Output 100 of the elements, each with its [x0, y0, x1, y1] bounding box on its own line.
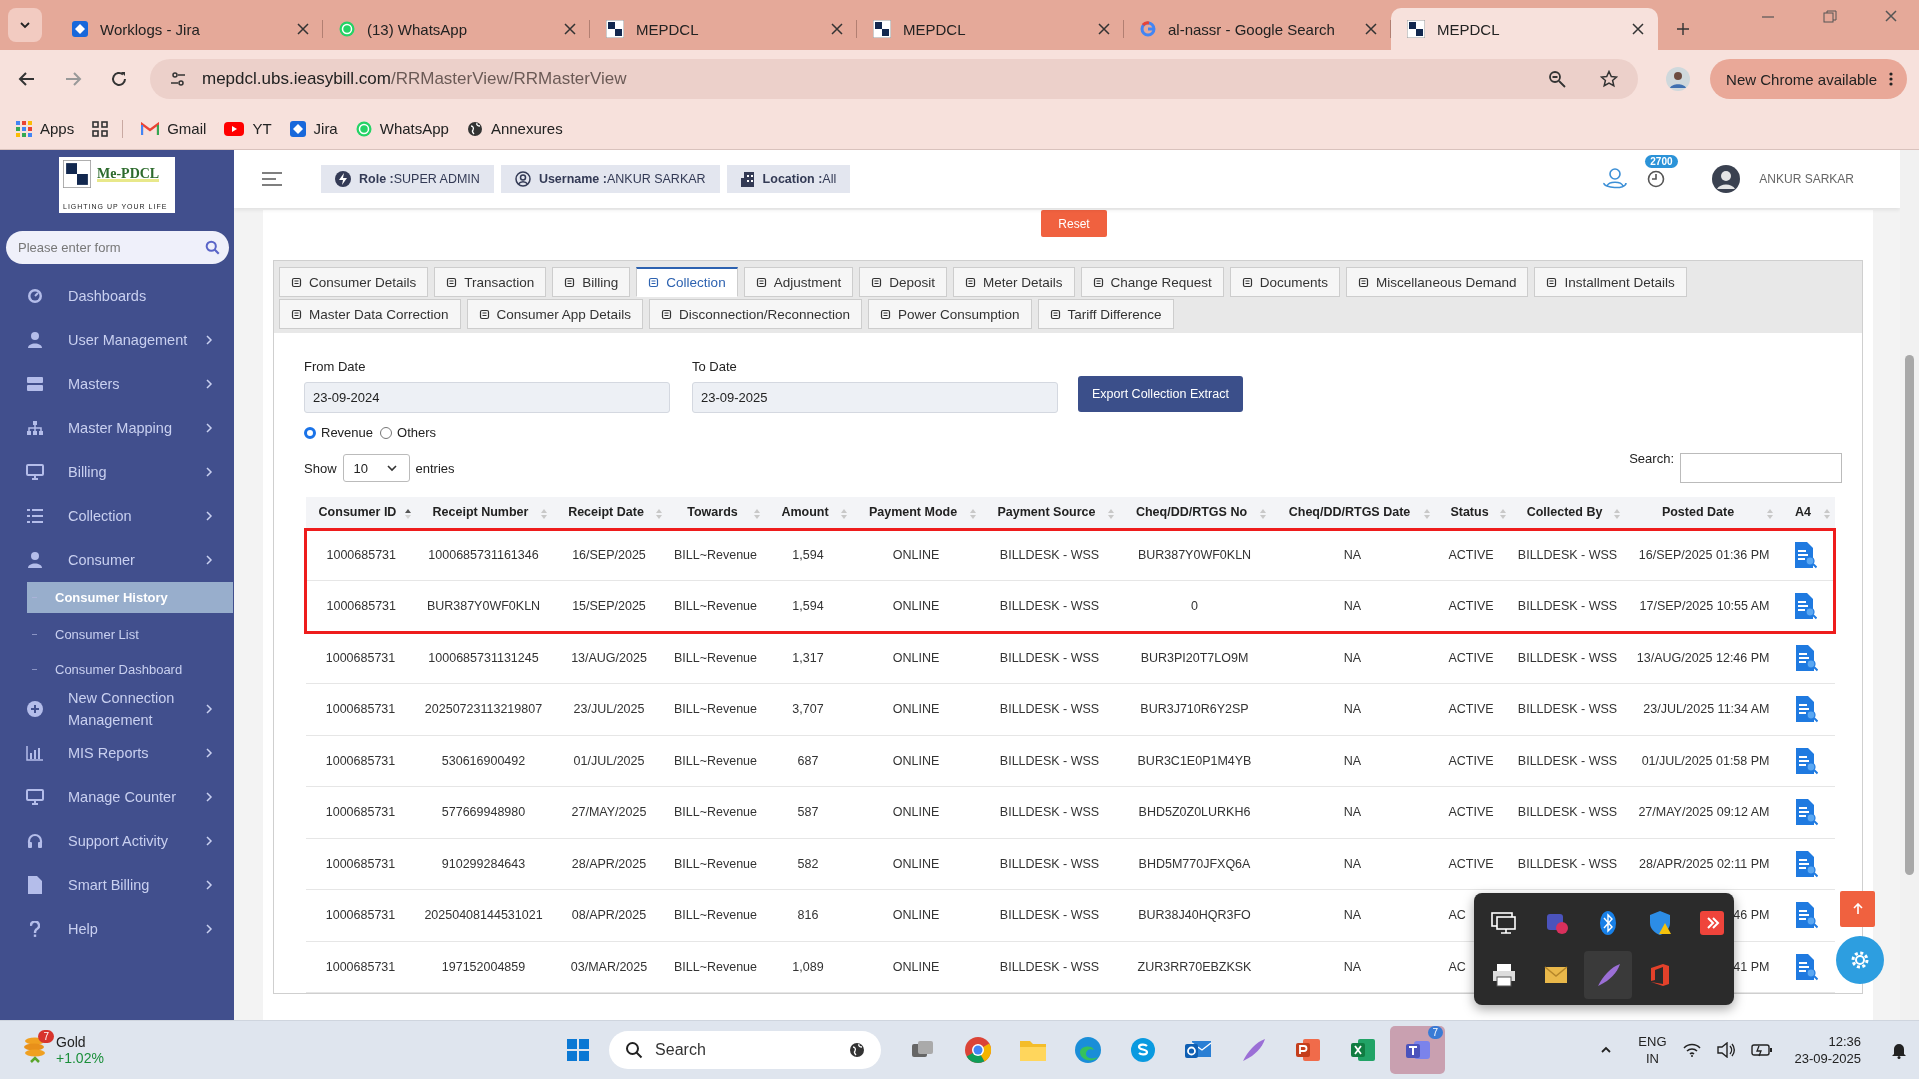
sidebar-item[interactable]: Masters: [0, 362, 234, 406]
export-button[interactable]: Export Collection Extract: [1078, 376, 1243, 412]
radio-button[interactable]: [380, 426, 393, 439]
bookmark-link[interactable]: Jira: [289, 120, 338, 137]
sidebar-subitem[interactable]: Consumer List: [27, 617, 233, 652]
browser-tab[interactable]: MEPDCL: [857, 8, 1124, 50]
zoom-icon[interactable]: [1548, 70, 1567, 88]
browser-tab[interactable]: Worklogs - Jira: [56, 8, 323, 50]
sidebar-item[interactable]: Smart Billing: [0, 863, 234, 907]
column-header[interactable]: Towards: [666, 497, 765, 529]
tab[interactable]: Deposit: [859, 267, 947, 297]
document-search-icon[interactable]: [1794, 746, 1818, 775]
document-search-icon[interactable]: [1794, 849, 1818, 878]
site-settings-icon[interactable]: [170, 71, 186, 87]
bookmark-star-icon[interactable]: [1600, 70, 1619, 88]
bookmark-link[interactable]: Annexures: [466, 120, 563, 137]
edge-icon[interactable]: [1073, 1036, 1102, 1064]
close-tab-icon[interactable]: [831, 23, 843, 35]
sidebar-item[interactable]: Manage Counter: [0, 775, 234, 819]
tab[interactable]: Collection: [636, 267, 738, 297]
tab[interactable]: Change Request: [1080, 267, 1224, 297]
tab[interactable]: Documents: [1229, 267, 1341, 297]
profile-avatar-icon[interactable]: [1666, 67, 1691, 91]
sidebar-subitem[interactable]: Consumer Dashboard: [27, 652, 233, 687]
restore-icon[interactable]: [1823, 10, 1837, 24]
back-icon[interactable]: [18, 70, 36, 88]
chrome-icon[interactable]: [963, 1036, 992, 1064]
remote-desktop-icon[interactable]: [1700, 911, 1724, 935]
column-header[interactable]: Collected By: [1510, 497, 1625, 529]
close-tab-icon[interactable]: [297, 23, 309, 35]
wifi-icon[interactable]: [1682, 1043, 1701, 1057]
browser-tab[interactable]: MEPDCL: [590, 8, 857, 50]
column-header[interactable]: Payment Mode: [851, 497, 981, 529]
sidebar-item[interactable]: Help: [0, 907, 234, 951]
document-search-icon[interactable]: [1793, 541, 1818, 570]
sidebar-item[interactable]: User Management: [0, 318, 234, 362]
sidebar-item[interactable]: Consumer: [0, 538, 234, 582]
tab-search-button[interactable]: [8, 8, 42, 42]
scrollbar[interactable]: [1900, 150, 1919, 1020]
new-tab-icon[interactable]: [1676, 22, 1690, 36]
tab[interactable]: Tariff Difference: [1037, 299, 1174, 329]
bell-icon[interactable]: [1891, 1041, 1907, 1059]
document-search-icon[interactable]: [1794, 901, 1818, 930]
speaker-icon[interactable]: [1716, 1042, 1735, 1058]
document-search-icon[interactable]: [1793, 591, 1818, 620]
sidebar-item[interactable]: Collection: [0, 494, 234, 538]
clock[interactable]: 12:36 23-09-2025: [1794, 1033, 1861, 1067]
column-header[interactable]: Receipt Date: [551, 497, 667, 529]
excel-icon[interactable]: [1349, 1037, 1376, 1063]
column-header[interactable]: Status: [1434, 497, 1511, 529]
bookmark-link[interactable]: WhatsApp: [355, 120, 449, 137]
tab[interactable]: Power Consumption: [868, 299, 1032, 329]
clock-icon[interactable]: [1647, 170, 1666, 188]
close-tab-icon[interactable]: [564, 23, 576, 35]
powerpoint-icon[interactable]: [1294, 1037, 1321, 1063]
monitor-icon[interactable]: [1491, 911, 1517, 935]
address-bar[interactable]: mepdcl.ubs.ieasybill.com/RRMasterView/RRMasterView: [150, 59, 1639, 99]
column-header[interactable]: A4: [1777, 497, 1835, 529]
tab[interactable]: Meter Details: [952, 267, 1075, 297]
document-search-icon[interactable]: [1794, 695, 1818, 724]
battery-icon[interactable]: [1750, 1043, 1773, 1057]
feather-icon[interactable]: [1595, 962, 1621, 988]
column-header[interactable]: Cheq/DD/RTGS Date: [1270, 497, 1435, 529]
search-field[interactable]: [1680, 453, 1842, 483]
language-indicator[interactable]: ENG IN: [1638, 1033, 1667, 1067]
sidebar-item[interactable]: MIS Reports: [0, 731, 234, 775]
tab[interactable]: Miscellaneous Demand: [1346, 267, 1529, 297]
browser-tab[interactable]: MEPDCL: [1391, 8, 1658, 50]
shield-warning-icon[interactable]: [1648, 910, 1672, 936]
close-icon[interactable]: [1885, 10, 1897, 22]
menu-icon[interactable]: [262, 172, 282, 186]
tab[interactable]: Adjustment: [743, 267, 854, 297]
date-field[interactable]: 23-09-2024: [304, 382, 670, 413]
bluetooth-icon[interactable]: [1600, 910, 1616, 936]
column-header[interactable]: Payment Source: [980, 497, 1119, 529]
reload-icon[interactable]: [110, 70, 128, 88]
close-tab-icon[interactable]: [1365, 23, 1377, 35]
sidebar-item[interactable]: Master Mapping: [0, 406, 234, 450]
search-field[interactable]: Please enter form: [6, 231, 229, 264]
browser-tab[interactable]: (13) WhatsApp: [323, 8, 590, 50]
office-icon[interactable]: [1649, 963, 1671, 987]
sidebar-item[interactable]: Billing: [0, 450, 234, 494]
column-header[interactable]: Receipt Number: [415, 497, 552, 529]
tab[interactable]: Installment Details: [1534, 267, 1687, 297]
sidebar-item[interactable]: New Connection Management: [0, 687, 234, 731]
column-header[interactable]: Amount: [764, 497, 852, 529]
mail-icon[interactable]: [1544, 966, 1568, 984]
grid-icon[interactable]: [92, 120, 109, 137]
scroll-to-top-button[interactable]: [1840, 891, 1875, 927]
tab[interactable]: Consumer App Details: [466, 299, 643, 329]
bookmark-link[interactable]: YT: [224, 120, 272, 137]
radio-button[interactable]: [304, 426, 316, 439]
column-header[interactable]: Cheq/DD/RTGS No: [1118, 497, 1271, 529]
column-header[interactable]: Posted Date: [1624, 497, 1778, 529]
sidebar-item[interactable]: Dashboards: [0, 274, 234, 318]
forward-icon[interactable]: [64, 70, 82, 88]
printer-icon[interactable]: [1492, 963, 1516, 987]
bookmark-link[interactable]: Apps: [16, 120, 75, 137]
page-size-select[interactable]: 10: [342, 454, 410, 482]
tab[interactable]: Transaction: [434, 267, 547, 297]
